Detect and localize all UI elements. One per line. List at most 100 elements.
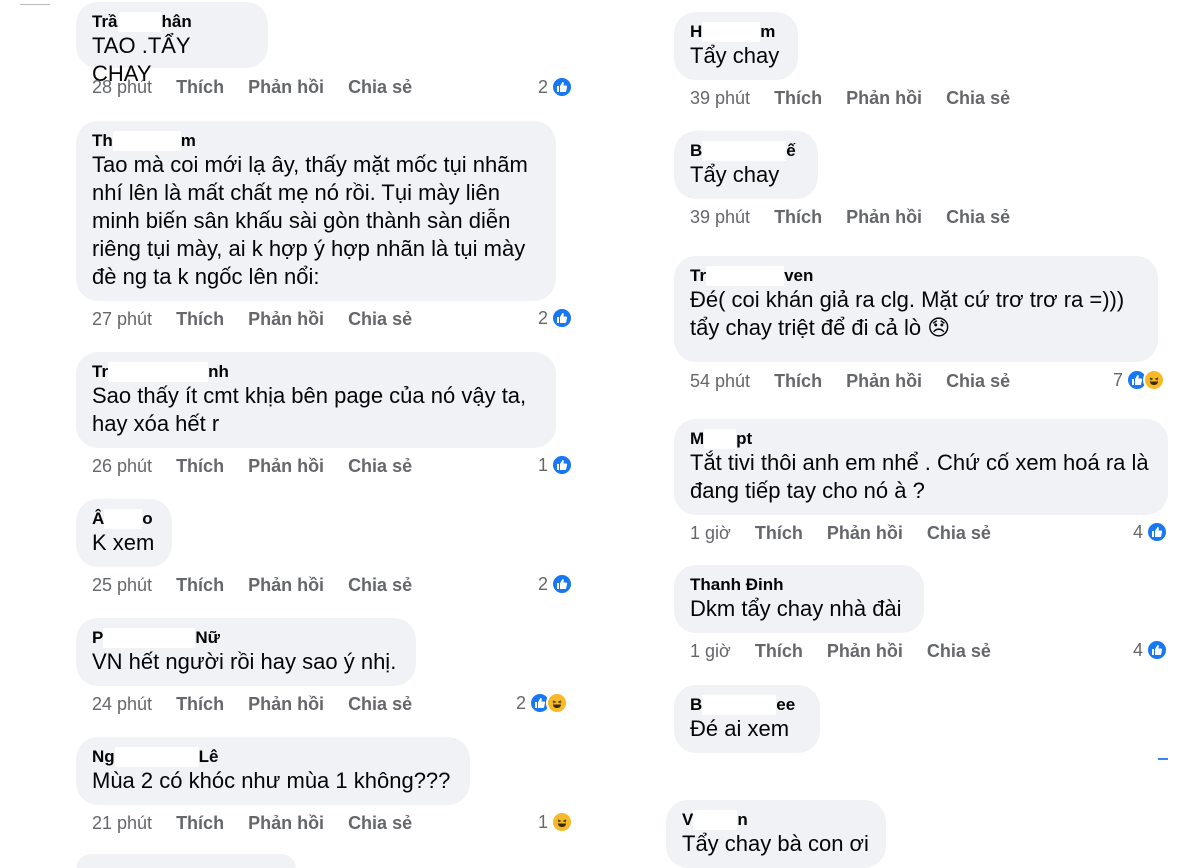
comment-text: Dkm tẩy chay nhà đài <box>690 596 902 621</box>
reply-button[interactable]: Phản hồi <box>248 456 324 477</box>
comment-time[interactable]: 1 giờ <box>690 523 731 544</box>
reply-button[interactable]: Phản hồi <box>846 88 922 109</box>
reaction-count: 4 <box>1133 639 1144 660</box>
comment-author[interactable]: Bế <box>690 141 802 161</box>
comment-text-line: Sao thấy ít cmt khịa bên page của nó vậy… <box>92 383 527 408</box>
reaction-summary[interactable]: 4 <box>1133 639 1169 661</box>
comment-bubble: Âo K xem <box>76 499 172 567</box>
comment-author[interactable]: Trầ hân <box>92 12 252 32</box>
like-button[interactable]: Thích <box>774 371 822 392</box>
comment-actions: 1 giờ Thích Phản hồi Chia sẻ <box>690 523 991 544</box>
reaction-summary[interactable]: 1 <box>538 811 574 833</box>
reaction-summary[interactable]: 2 <box>516 692 569 714</box>
comment-text: VN hết người rồi hay sao ý nhị. <box>92 649 397 674</box>
comment-bubble: Bế Tẩy chay <box>674 131 818 199</box>
like-button[interactable]: Thích <box>774 88 822 109</box>
comment-author[interactable]: Mpt <box>690 429 1152 449</box>
reaction-count: 2 <box>538 307 549 328</box>
comment-author[interactable]: Tr nh <box>92 362 540 382</box>
share-button[interactable]: Chia sẻ <box>348 575 412 596</box>
like-button[interactable]: Thích <box>176 456 224 477</box>
comment-time[interactable]: 54 phút <box>690 371 750 392</box>
reaction-summary[interactable]: 2 <box>538 76 574 98</box>
comment-bubble: Bee Đé ai xem <box>674 685 820 753</box>
like-button[interactable]: Thích <box>176 694 224 715</box>
like-button[interactable]: Thích <box>176 575 224 596</box>
comment-actions: 39 phút Thích Phản hồi Chia sẻ <box>690 88 1010 109</box>
like-button[interactable]: Thích <box>755 523 803 544</box>
share-button[interactable]: Chia sẻ <box>348 694 412 715</box>
like-button[interactable]: Thích <box>176 813 224 834</box>
reply-button[interactable]: Phản hồi <box>827 641 903 662</box>
comment-time[interactable]: 21 phút <box>92 813 152 834</box>
comment-time[interactable]: 28 phút <box>92 77 152 98</box>
comment-time[interactable]: 26 phút <box>92 456 152 477</box>
like-reaction-icon <box>551 573 574 595</box>
like-reaction-icon <box>551 307 574 329</box>
reply-button[interactable]: Phản hồi <box>248 309 324 330</box>
comment-time[interactable]: 24 phút <box>92 694 152 715</box>
comment-author[interactable]: P Nữ <box>92 628 400 648</box>
reply-button[interactable]: Phản hồi <box>248 694 324 715</box>
comment-bubble: Tr ven Đé( coi khán giả ra clg. Mặt cứ tr… <box>674 256 1158 362</box>
comment-author[interactable]: Th m <box>92 131 540 151</box>
reaction-summary[interactable]: 2 <box>538 573 574 595</box>
share-button[interactable]: Chia sẻ <box>946 371 1010 392</box>
comment-actions: 1 giờ Thích Phản hồi Chia sẻ <box>690 641 991 662</box>
comment-author[interactable]: Vn <box>682 810 870 830</box>
like-button[interactable]: Thích <box>176 309 224 330</box>
comment-time[interactable]: 1 giờ <box>690 641 731 662</box>
comment-author[interactable]: Bee <box>690 695 804 715</box>
reply-button[interactable]: Phản hồi <box>846 371 922 392</box>
share-button[interactable]: Chia sẻ <box>927 641 991 662</box>
share-button[interactable]: Chia sẻ <box>946 88 1010 109</box>
reaction-count: 1 <box>538 811 549 832</box>
comment-author[interactable]: Tr ven <box>690 266 1142 286</box>
reaction-summary[interactable]: 2 <box>538 307 574 329</box>
comment-author[interactable]: Thanh Đinh <box>690 575 908 595</box>
reply-button[interactable]: Phản hồi <box>248 77 324 98</box>
reaction-summary[interactable]: 7 <box>1113 369 1166 391</box>
comment-actions: 21 phút Thích Phản hồi Chia sẻ <box>92 813 412 834</box>
reaction-summary[interactable]: 1 <box>538 454 574 476</box>
decorative-dash <box>1158 758 1168 760</box>
comment-text-line: đè ng ta k ngốc lên nổi: <box>92 264 320 289</box>
left-comment-column: Trầ hân TAO .TẨY CHAY 28 phút Thích Phản … <box>0 0 595 868</box>
comment-text: Mùa 2 có khóc như mùa 1 không??? <box>92 768 451 793</box>
reply-button[interactable]: Phản hồi <box>827 523 903 544</box>
comment-text-line: riêng tụi mày, ai k hợp ý hợp nhãn là tụ… <box>92 236 526 261</box>
comment-text: K xem <box>92 530 155 555</box>
reaction-count: 7 <box>1113 369 1124 390</box>
haha-reaction-icon <box>1143 369 1166 391</box>
comment-time[interactable]: 27 phút <box>92 309 152 330</box>
share-button[interactable]: Chia sẻ <box>348 309 412 330</box>
reply-button[interactable]: Phản hồi <box>248 575 324 596</box>
reply-button[interactable]: Phản hồi <box>248 813 324 834</box>
like-button[interactable]: Thích <box>774 207 822 228</box>
comment-time[interactable]: 39 phút <box>690 207 750 228</box>
comment-text: Tẩy chay <box>690 162 780 187</box>
comment-time[interactable]: 39 phút <box>690 88 750 109</box>
comment-text: Tẩy chay bà con ơi <box>682 831 869 856</box>
comment-actions: 26 phút Thích Phản hồi Chia sẻ <box>92 456 412 477</box>
right-comment-column: Hm Tẩy chay 39 phút Thích Phản hồi Chia … <box>595 0 1189 868</box>
share-button[interactable]: Chia sẻ <box>927 523 991 544</box>
comment-author[interactable]: Ng Lê <box>92 747 454 767</box>
comment-text: Tẩy chay <box>690 43 780 68</box>
reply-button[interactable]: Phản hồi <box>846 207 922 228</box>
reaction-count: 2 <box>516 692 527 713</box>
comment-author[interactable]: Âo <box>92 509 156 529</box>
share-button[interactable]: Chia sẻ <box>946 207 1010 228</box>
reaction-count: 1 <box>538 454 549 475</box>
reaction-summary[interactable]: 4 <box>1133 521 1169 543</box>
comment-author[interactable]: Hm <box>690 22 782 42</box>
like-button[interactable]: Thích <box>176 77 224 98</box>
share-button[interactable]: Chia sẻ <box>348 456 412 477</box>
comment-actions: 28 phút Thích Phản hồi Chia sẻ <box>92 77 412 98</box>
comment-time[interactable]: 25 phút <box>92 575 152 596</box>
comment-text-line: nhí lên là mất chất mẹ nó rồi. Tụi mày l… <box>92 180 501 205</box>
share-button[interactable]: Chia sẻ <box>348 813 412 834</box>
comment-actions: 39 phút Thích Phản hồi Chia sẻ <box>690 207 1010 228</box>
like-button[interactable]: Thích <box>755 641 803 662</box>
share-button[interactable]: Chia sẻ <box>348 77 412 98</box>
